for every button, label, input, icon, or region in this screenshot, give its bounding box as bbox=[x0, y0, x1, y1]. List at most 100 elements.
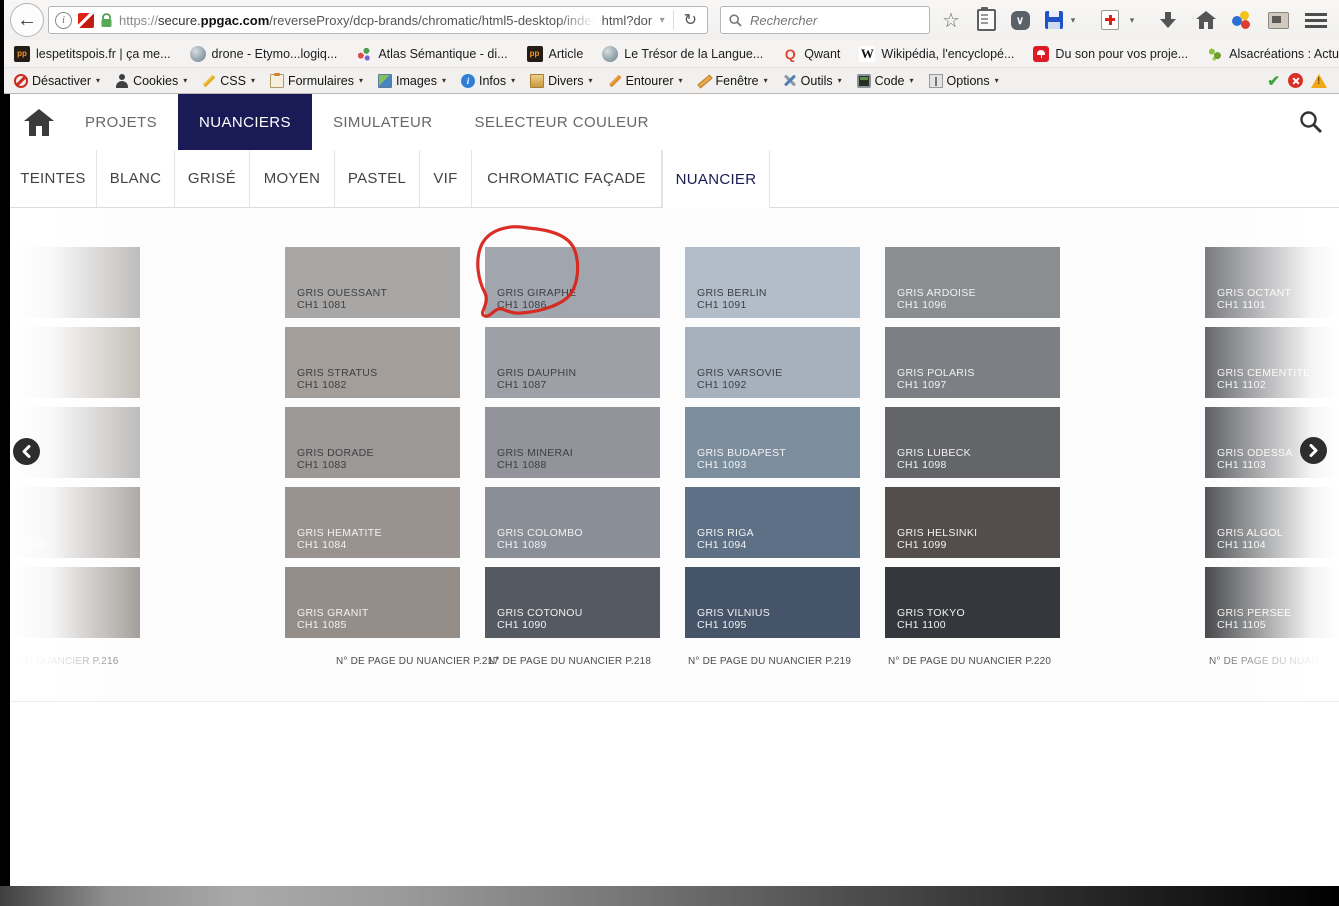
bookmark-star-icon[interactable]: ☆ bbox=[939, 8, 963, 32]
browser-search-box[interactable] bbox=[720, 6, 930, 34]
valid-check-icon[interactable]: ✔ bbox=[1267, 72, 1280, 90]
pocket-icon[interactable]: ∨ bbox=[1008, 8, 1032, 32]
color-swatch[interactable]: V bbox=[10, 567, 140, 638]
color-swatch[interactable]: GRIS GIRAPHECH1 1086 bbox=[485, 247, 660, 318]
clippings-icon[interactable] bbox=[974, 8, 998, 32]
save-dropdown-icon[interactable]: ▾ bbox=[1067, 8, 1079, 32]
color-swatch[interactable]: GRIS LUBECKCH1 1098 bbox=[885, 407, 1060, 478]
color-swatch[interactable]: GRIS OCTANTCH1 1101 bbox=[1205, 247, 1339, 318]
proxy-dots-icon[interactable] bbox=[1230, 8, 1254, 32]
swatch-name: GRIS TOKYO bbox=[897, 607, 1054, 619]
color-swatch[interactable] bbox=[10, 327, 140, 398]
dev-menu-entourer[interactable]: Entourer▾ bbox=[608, 74, 683, 88]
color-swatch[interactable]: GRIS GRANITCH1 1085 bbox=[285, 567, 460, 638]
dev-menu-cookies[interactable]: Cookies▾ bbox=[115, 74, 187, 88]
tab-nuancier[interactable]: NUANCIER bbox=[662, 150, 770, 208]
swatch-code: CH1 1102 bbox=[1217, 379, 1339, 391]
swatch-code: CH1 1096 bbox=[897, 299, 1054, 311]
tab-chromatic-façade[interactable]: CHROMATIC FAÇADE bbox=[472, 150, 662, 207]
carousel-next-button[interactable] bbox=[1300, 437, 1327, 464]
screenshot-icon[interactable] bbox=[1266, 8, 1290, 32]
swatch-column: GRIS OUESSANTCH1 1081 GRIS STRATUSCH1 108… bbox=[285, 208, 460, 701]
color-swatch[interactable]: E bbox=[10, 247, 140, 318]
color-swatch[interactable]: GRIS HELSINKICH1 1099 bbox=[885, 487, 1060, 558]
url-dropdown-icon[interactable]: ▾ bbox=[658, 15, 667, 26]
color-swatch[interactable]: GRIS RIGACH1 1094 bbox=[685, 487, 860, 558]
url-text[interactable]: https://secure.ppgac.com/reverseProxy/dc… bbox=[119, 13, 652, 28]
tab-moyen[interactable]: MOYEN bbox=[250, 150, 335, 207]
nav-item-selecteur-couleur[interactable]: SELECTEUR COULEUR bbox=[454, 94, 670, 150]
tab-pastel[interactable]: PASTEL bbox=[335, 150, 420, 207]
dev-menu-label: Formulaires bbox=[288, 74, 354, 88]
back-button[interactable]: ← bbox=[10, 3, 44, 37]
site-search-icon[interactable] bbox=[1299, 110, 1323, 134]
bookmark-item[interactable]: Alsacréations : Actuali... bbox=[1207, 46, 1339, 62]
globe-favicon-icon bbox=[190, 46, 206, 62]
bookmark-item[interactable]: WWikipédia, l'encyclopé... bbox=[859, 46, 1014, 62]
color-swatch[interactable]: GRIS POLARISCH1 1097 bbox=[885, 327, 1060, 398]
error-icon[interactable] bbox=[1288, 73, 1303, 88]
tab-grisé[interactable]: GRISÉ bbox=[175, 150, 250, 207]
dev-menu-code[interactable]: Code▾ bbox=[857, 74, 914, 88]
color-swatch[interactable]: GRIS CEMENTITECH1 1102 bbox=[1205, 327, 1339, 398]
color-swatch[interactable]: GRIS STRATUSCH1 1082 bbox=[285, 327, 460, 398]
reload-icon[interactable]: ↻ bbox=[680, 10, 701, 30]
tab-blanc[interactable]: BLANC bbox=[97, 150, 175, 207]
session-restore-icon[interactable] bbox=[1098, 8, 1122, 32]
bookmark-item[interactable]: drone - Etymo...logiq... bbox=[190, 46, 338, 62]
dev-menu-css[interactable]: CSS▾ bbox=[202, 74, 255, 88]
color-swatch[interactable]: GRIS COLOMBOCH1 1089 bbox=[485, 487, 660, 558]
search-input[interactable] bbox=[748, 12, 921, 29]
bookmark-item[interactable]: QQwant bbox=[782, 46, 840, 62]
nav-item-simulateur[interactable]: SIMULATEUR bbox=[312, 94, 454, 150]
extension-badge-icon[interactable] bbox=[78, 13, 94, 28]
menu-icon[interactable] bbox=[1304, 8, 1328, 32]
bookmark-item[interactable]: Atlas Sémantique - di... bbox=[356, 46, 507, 62]
dev-menu-infos[interactable]: iInfos▾ bbox=[461, 74, 515, 88]
dev-menu-formulaires[interactable]: Formulaires▾ bbox=[270, 74, 363, 88]
site-home-icon[interactable] bbox=[24, 109, 54, 136]
save-page-icon[interactable] bbox=[1042, 8, 1066, 32]
color-swatch[interactable]: GRIS COTONOUCH1 1090 bbox=[485, 567, 660, 638]
tab-teintes[interactable]: TEINTES bbox=[10, 150, 97, 207]
color-swatch[interactable]: GRIS BERLINCH1 1091 bbox=[685, 247, 860, 318]
dev-menu-outils[interactable]: Outils▾ bbox=[783, 74, 842, 88]
color-swatch[interactable]: GRIS MINERAICH1 1088 bbox=[485, 407, 660, 478]
color-swatch[interactable]: GRIS HEMATITECH1 1084 bbox=[285, 487, 460, 558]
color-swatch[interactable]: GRIS TOKYOCH1 1100 bbox=[885, 567, 1060, 638]
bookmark-item[interactable]: Le Trésor de la Langue... bbox=[602, 46, 763, 62]
page-info-icon[interactable]: i bbox=[55, 12, 72, 29]
swatch-code: CH1 1093 bbox=[697, 459, 854, 471]
bookmark-item[interactable]: pplespetitspois.fr | ça me... bbox=[14, 46, 171, 62]
nav-item-projets[interactable]: PROJETS bbox=[64, 94, 178, 150]
carousel-prev-button[interactable] bbox=[13, 438, 40, 465]
color-swatch[interactable]: GRIS OUESSANTCH1 1081 bbox=[285, 247, 460, 318]
color-swatch[interactable]: GRIS VILNIUSCH1 1095 bbox=[685, 567, 860, 638]
nav-item-nuanciers[interactable]: NUANCIERS bbox=[178, 94, 312, 150]
bookmark-item[interactable]: Du son pour vos proje... bbox=[1033, 46, 1188, 62]
dev-menu-désactiver[interactable]: Désactiver▾ bbox=[14, 74, 100, 88]
color-swatch[interactable]: GRIS PERSEECH1 1105 bbox=[1205, 567, 1339, 638]
color-swatch[interactable]: GRIS ARDOISECH1 1096 bbox=[885, 247, 1060, 318]
browser-home-icon[interactable] bbox=[1194, 8, 1218, 32]
color-swatch[interactable]: GRIS DAUPHINCH1 1087 bbox=[485, 327, 660, 398]
bookmark-item[interactable]: ppArticle bbox=[527, 46, 584, 62]
downloads-icon[interactable] bbox=[1156, 8, 1180, 32]
color-swatch[interactable]: GRIS BUDAPESTCH1 1093 bbox=[685, 407, 860, 478]
dev-menu-divers[interactable]: Divers▾ bbox=[530, 74, 592, 88]
browser-chrome: ← i https://secure.ppgac.com/reverseProx… bbox=[4, 0, 1339, 94]
color-swatch[interactable]: PAN bbox=[10, 487, 140, 558]
qwant-favicon-icon: Q bbox=[782, 46, 798, 62]
color-swatch[interactable]: GRIS VARSOVIECH1 1092 bbox=[685, 327, 860, 398]
session-dropdown-icon[interactable]: ▾ bbox=[1126, 8, 1138, 32]
url-bar[interactable]: i https://secure.ppgac.com/reverseProxy/… bbox=[48, 6, 708, 34]
tab-vif[interactable]: VIF bbox=[420, 150, 472, 207]
color-swatch[interactable]: GRIS DORADECH1 1083 bbox=[285, 407, 460, 478]
dev-menu-options[interactable]: Options▾ bbox=[929, 74, 999, 88]
dev-menu-fenêtre[interactable]: Fenêtre▾ bbox=[698, 74, 768, 88]
color-swatch[interactable]: GRIS ALGOLCH1 1104 bbox=[1205, 487, 1339, 558]
swatch-name: GRIS HELSINKI bbox=[897, 527, 1054, 539]
dev-menu-label: Cookies bbox=[133, 74, 178, 88]
warning-icon[interactable] bbox=[1311, 74, 1327, 88]
dev-menu-images[interactable]: Images▾ bbox=[378, 74, 446, 88]
